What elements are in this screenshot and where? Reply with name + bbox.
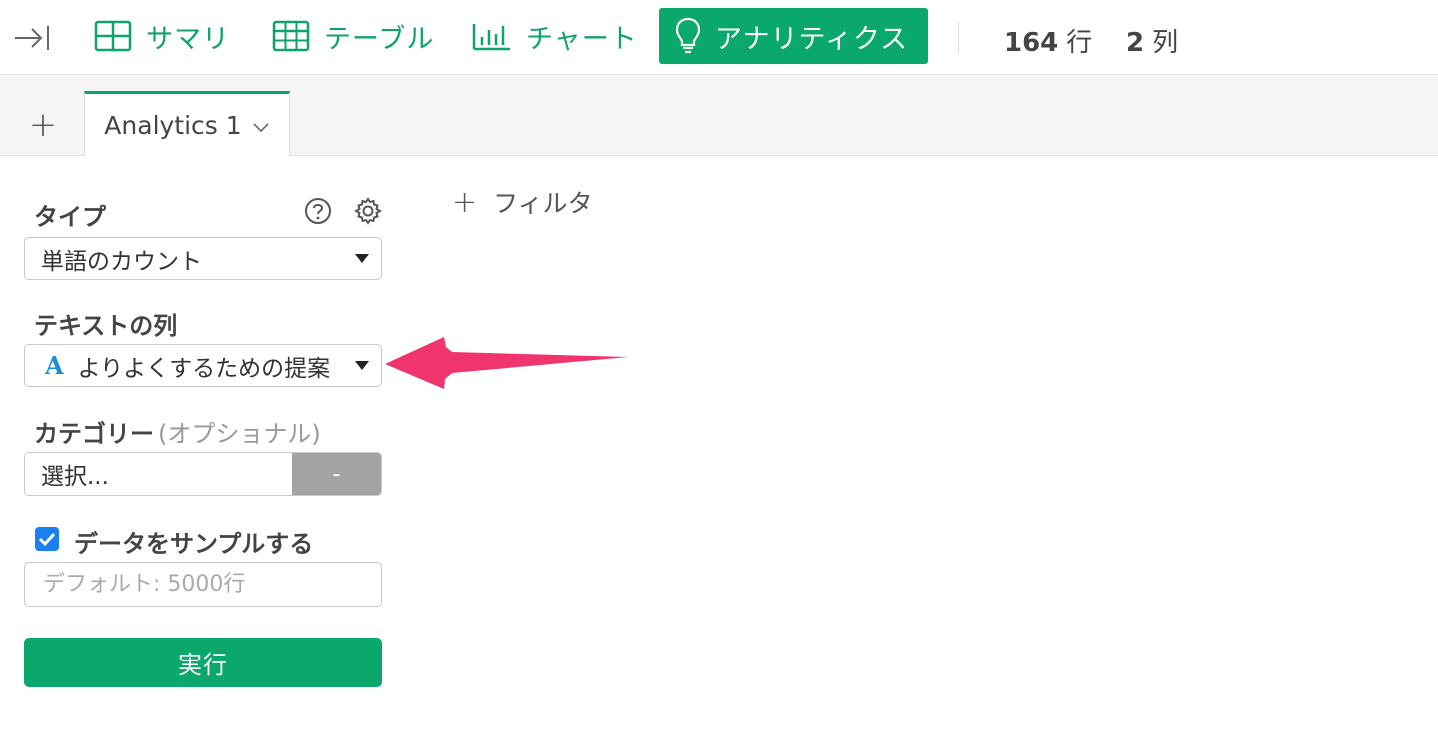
category-select[interactable]: 選択... - xyxy=(24,452,382,496)
string-type-icon: A xyxy=(45,351,64,380)
nav-summary-button[interactable]: サマリ xyxy=(84,8,240,64)
plus-icon: + xyxy=(452,184,478,220)
sample-data-label[interactable]: データをサンプルする xyxy=(74,524,313,559)
sample-size-input[interactable] xyxy=(24,562,382,607)
nav-analytics-button[interactable]: アナリティクス xyxy=(659,8,928,64)
settings-button[interactable] xyxy=(353,196,383,226)
top-toolbar: サマリ テーブル チャート アナリティクス 164 行 2 列 xyxy=(0,0,1438,75)
text-column-select[interactable]: A よりよくするための提案 xyxy=(24,344,382,387)
category-label: カテゴリー (オプショナル) xyxy=(34,414,321,449)
sample-data-checkbox[interactable] xyxy=(35,527,59,551)
chevron-down-icon[interactable] xyxy=(252,121,270,133)
column-count-unit: 列 xyxy=(1152,28,1179,58)
text-column-label: テキストの列 xyxy=(34,312,178,340)
tab-analytics-1[interactable]: Analytics 1 xyxy=(84,91,290,156)
category-select-value[interactable]: 選択... xyxy=(25,453,292,495)
add-tab-button[interactable]: + xyxy=(20,105,66,145)
annotation-arrow xyxy=(385,337,628,389)
category-label-text: カテゴリー xyxy=(34,420,154,448)
column-count: 2列 xyxy=(1126,22,1178,59)
collapse-panel-button[interactable] xyxy=(12,21,52,55)
tab-label: Analytics 1 xyxy=(104,110,242,140)
nav-table-label: テーブル xyxy=(324,23,435,55)
run-button[interactable]: 実行 xyxy=(24,638,382,687)
nav-chart-button[interactable]: チャート xyxy=(462,8,648,64)
column-count-value: 2 xyxy=(1126,28,1145,58)
add-filter-button[interactable]: + フィルタ xyxy=(452,184,593,220)
category-clear-button[interactable]: - xyxy=(292,453,381,495)
type-label: タイプ xyxy=(34,203,106,231)
checkmark-icon xyxy=(38,532,56,547)
text-column-select-value: よりよくするための提案 xyxy=(77,355,331,382)
question-circle-icon xyxy=(305,198,331,224)
summary-grid-icon xyxy=(94,20,132,52)
caret-down-icon xyxy=(355,361,369,370)
lightbulb-icon xyxy=(675,17,701,54)
tab-strip: + Analytics 1 xyxy=(0,75,1438,156)
type-select[interactable]: 単語のカウント xyxy=(24,237,382,280)
row-count-value: 164 xyxy=(1004,28,1059,58)
nav-table-button[interactable]: テーブル xyxy=(262,8,444,64)
collapse-right-icon xyxy=(15,26,49,50)
nav-chart-label: チャート xyxy=(526,23,638,55)
chart-icon xyxy=(472,24,510,51)
category-optional-hint: (オプショナル) xyxy=(158,420,321,448)
row-count-unit: 行 xyxy=(1066,28,1093,58)
caret-down-icon xyxy=(355,254,369,263)
help-button[interactable] xyxy=(303,196,333,226)
nav-analytics-label: アナリティクス xyxy=(715,23,909,55)
row-count: 164 行 xyxy=(1004,22,1092,59)
add-filter-label: フィルタ xyxy=(493,189,593,218)
nav-summary-label: サマリ xyxy=(146,23,230,55)
gear-icon xyxy=(354,197,382,225)
type-select-value: 単語のカウント xyxy=(41,248,202,275)
table-icon xyxy=(272,20,310,52)
toolbar-divider xyxy=(958,22,959,52)
